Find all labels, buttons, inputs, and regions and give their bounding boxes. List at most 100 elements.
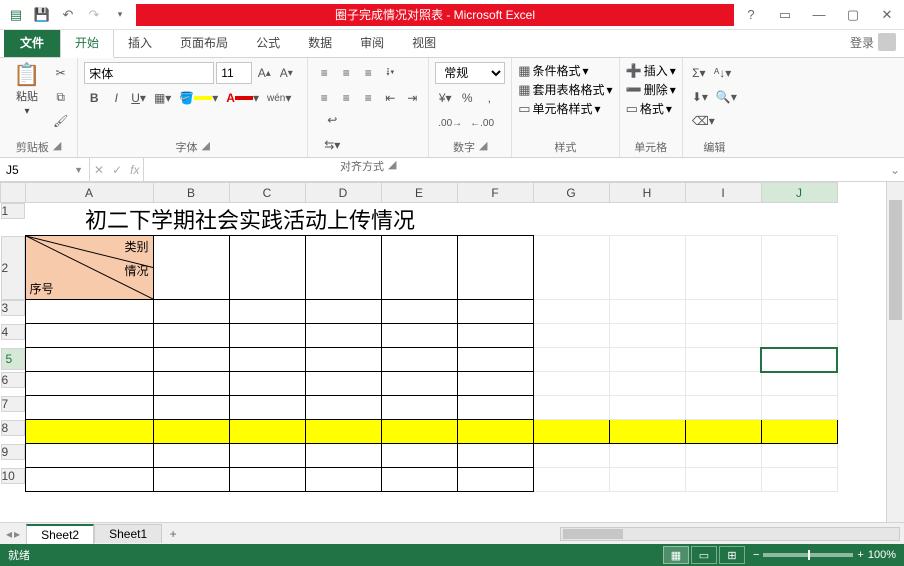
col-header[interactable]: H — [609, 183, 685, 203]
cell[interactable] — [381, 348, 457, 372]
cell[interactable] — [533, 324, 609, 348]
row-header[interactable]: 5 — [1, 348, 25, 370]
find-select-button[interactable]: 🔍▾ — [713, 86, 740, 108]
cell[interactable] — [609, 468, 685, 492]
row-header[interactable]: 1 — [1, 203, 25, 219]
cell[interactable] — [305, 324, 381, 348]
cell[interactable] — [153, 372, 229, 396]
phonetic-button[interactable]: wén▾ — [264, 87, 294, 109]
increase-decimal-button[interactable]: .00→ — [435, 112, 465, 134]
cell[interactable] — [381, 324, 457, 348]
cell[interactable] — [153, 444, 229, 468]
login-button[interactable]: 登录 — [842, 27, 904, 57]
cell[interactable] — [457, 372, 533, 396]
cell[interactable] — [457, 396, 533, 420]
cell[interactable] — [305, 420, 381, 444]
cell[interactable] — [685, 396, 761, 420]
cell[interactable] — [457, 444, 533, 468]
percent-button[interactable]: % — [457, 87, 477, 109]
minimize-icon[interactable]: — — [802, 4, 836, 26]
cell[interactable] — [685, 324, 761, 348]
cancel-icon[interactable]: ✕ — [94, 163, 104, 177]
cell[interactable] — [685, 300, 761, 324]
cell[interactable] — [229, 444, 305, 468]
ribbon-collapse-icon[interactable]: ▭ — [768, 4, 802, 26]
cell[interactable] — [761, 420, 837, 444]
insert-cells-button[interactable]: ➕插入▾ — [626, 62, 676, 79]
row-header[interactable]: 8 — [1, 420, 25, 436]
vertical-scrollbar[interactable] — [886, 182, 904, 522]
fill-button[interactable]: ⬇▾ — [689, 86, 711, 108]
zoom-in-icon[interactable]: + — [857, 549, 863, 561]
help-icon[interactable]: ? — [734, 4, 768, 26]
col-header[interactable]: G — [533, 183, 609, 203]
clear-button[interactable]: ⌫▾ — [689, 110, 718, 132]
cell[interactable] — [25, 324, 153, 348]
cut-button[interactable]: ✂ — [50, 62, 71, 84]
select-all-corner[interactable] — [1, 183, 26, 203]
cell[interactable] — [381, 396, 457, 420]
align-left-button[interactable]: ≡ — [314, 87, 334, 109]
fx-icon[interactable]: fx — [130, 163, 139, 177]
tab-insert[interactable]: 插入 — [114, 28, 166, 57]
redo-icon[interactable]: ↷ — [82, 4, 106, 26]
decrease-decimal-button[interactable]: ←.00 — [467, 112, 497, 134]
cell[interactable] — [305, 372, 381, 396]
cell[interactable] — [381, 468, 457, 492]
cell[interactable] — [153, 348, 229, 372]
cell[interactable] — [305, 468, 381, 492]
cell[interactable] — [685, 420, 761, 444]
cell[interactable] — [761, 300, 837, 324]
cell[interactable] — [381, 420, 457, 444]
increase-font-button[interactable]: A▴ — [254, 62, 274, 84]
merge-center-button[interactable]: ⇆▾ — [318, 134, 346, 156]
align-middle-button[interactable]: ≡ — [336, 62, 356, 84]
view-page-break-icon[interactable]: ⊞ — [719, 546, 745, 564]
dialog-launcher-icon[interactable]: ◢ — [53, 139, 61, 155]
chevron-down-icon[interactable]: ▼ — [74, 165, 83, 175]
cell[interactable] — [533, 348, 609, 372]
cell[interactable] — [229, 468, 305, 492]
cell[interactable] — [457, 236, 533, 300]
row-header[interactable]: 6 — [1, 372, 25, 388]
delete-cells-button[interactable]: ➖删除▾ — [626, 81, 676, 98]
cell[interactable] — [609, 396, 685, 420]
cell[interactable] — [153, 396, 229, 420]
dialog-launcher-icon[interactable]: ◢ — [202, 139, 210, 155]
tab-file[interactable]: 文件 — [4, 28, 60, 57]
cell[interactable] — [609, 444, 685, 468]
cell[interactable] — [609, 348, 685, 372]
font-size-select[interactable] — [216, 62, 252, 84]
horizontal-scrollbar[interactable] — [560, 527, 900, 541]
number-format-select[interactable]: 常规 — [435, 62, 505, 84]
conditional-format-button[interactable]: ▦条件格式▾ — [518, 62, 588, 79]
tab-home[interactable]: 开始 — [60, 27, 114, 58]
zoom-out-icon[interactable]: − — [753, 549, 759, 561]
col-header[interactable]: F — [457, 183, 533, 203]
cell[interactable] — [153, 420, 229, 444]
font-color-button[interactable]: A▾ — [223, 87, 262, 109]
tab-review[interactable]: 审阅 — [346, 28, 398, 57]
border-button[interactable]: ▦▾ — [151, 87, 174, 109]
tab-formula[interactable]: 公式 — [242, 28, 294, 57]
tab-nav-first-icon[interactable]: ◂ — [6, 527, 12, 541]
cell[interactable] — [229, 348, 305, 372]
cell[interactable] — [685, 348, 761, 372]
grid[interactable]: ABCDEFGHIJ1初二下学期社会实践活动上传情况2 类别 情况 序号 345… — [0, 182, 904, 522]
cell[interactable] — [25, 396, 153, 420]
cell[interactable] — [381, 444, 457, 468]
cell[interactable] — [533, 420, 609, 444]
cell[interactable] — [761, 372, 837, 396]
cell[interactable] — [381, 372, 457, 396]
fill-color-button[interactable]: 🪣▾ — [176, 87, 221, 109]
dialog-launcher-icon[interactable]: ◢ — [479, 139, 487, 155]
format-cells-button[interactable]: ▭格式▾ — [626, 100, 672, 117]
cell[interactable] — [457, 300, 533, 324]
cell[interactable] — [609, 300, 685, 324]
cell[interactable] — [685, 444, 761, 468]
cell[interactable] — [229, 300, 305, 324]
italic-button[interactable]: I — [106, 87, 126, 109]
table-format-button[interactable]: ▦套用表格格式▾ — [518, 81, 612, 98]
cell[interactable] — [761, 444, 837, 468]
cell[interactable] — [25, 348, 153, 372]
